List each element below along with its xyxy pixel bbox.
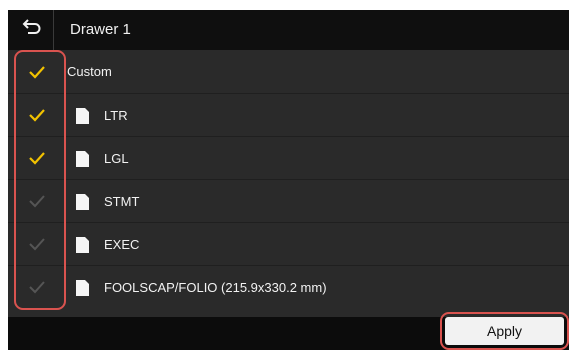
list-item-label: LTR <box>104 107 128 123</box>
list-item-lgl[interactable]: LGL <box>8 136 569 179</box>
list-item-stmt[interactable]: STMT <box>8 179 569 222</box>
paper-icon <box>76 194 89 210</box>
back-arrow-icon <box>21 18 41 42</box>
drawer-settings-screen: Drawer 1 Custom LTR LGL STMT EXEC FOOLSC… <box>8 10 569 350</box>
paper-icon <box>76 108 89 124</box>
paper-icon <box>76 237 89 253</box>
list-item-label: EXEC <box>104 236 140 252</box>
list-item-label: Custom <box>67 64 112 79</box>
list-item-ltr[interactable]: LTR <box>8 93 569 136</box>
header-bar: Drawer 1 <box>8 10 569 50</box>
checkmark-icon <box>8 50 66 93</box>
list-item-foolscap-folio[interactable]: FOOLSCAP/FOLIO (215.9x330.2 mm) <box>8 265 569 308</box>
apply-button[interactable]: Apply <box>440 312 569 350</box>
list-item-custom[interactable]: Custom <box>8 50 569 93</box>
paper-icon <box>76 151 89 167</box>
list-item-label: LGL <box>104 150 129 166</box>
paper-size-list: Custom LTR LGL STMT EXEC FOOLSCAP/FOLIO … <box>8 50 569 308</box>
list-item-exec[interactable]: EXEC <box>8 222 569 265</box>
list-item-label: FOOLSCAP/FOLIO (215.9x330.2 mm) <box>104 279 327 295</box>
paper-icon <box>76 280 89 296</box>
checkmark-icon <box>8 180 66 222</box>
list-item-label: STMT <box>104 193 140 209</box>
back-button[interactable] <box>8 10 54 50</box>
checkmark-icon <box>8 94 66 136</box>
checkmark-icon <box>8 137 66 179</box>
apply-button-label: Apply <box>445 317 564 345</box>
page-title: Drawer 1 <box>70 21 131 38</box>
checkmark-icon <box>8 223 66 265</box>
checkmark-icon <box>8 266 66 308</box>
